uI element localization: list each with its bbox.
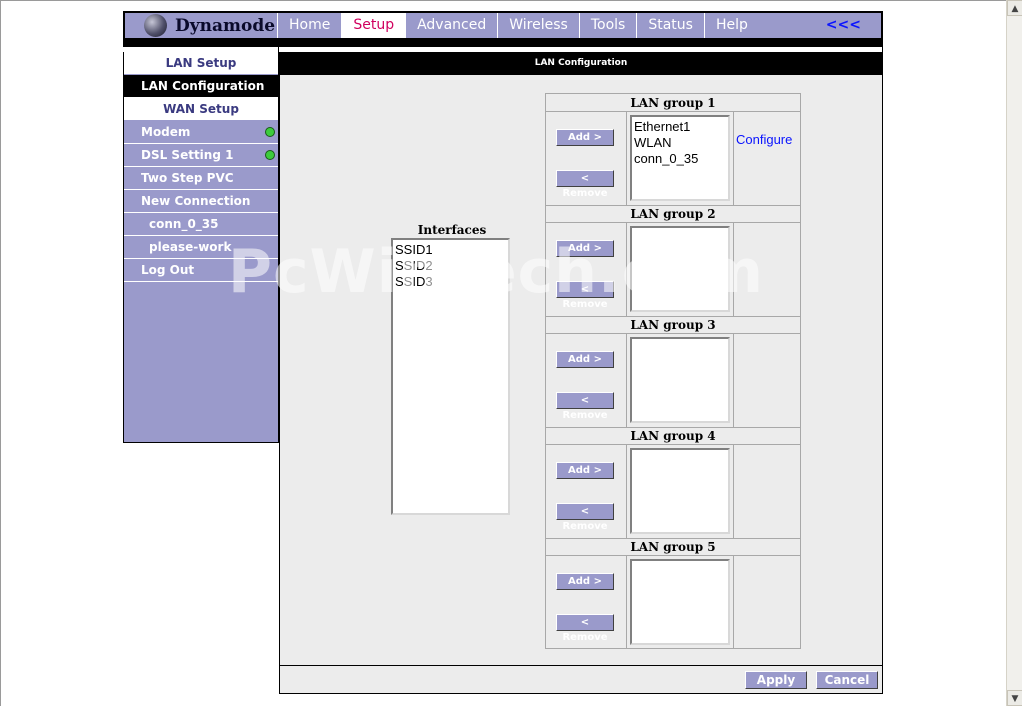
lan-group: LAN group 1 Add > < Remove Ethernet1 WLAN con… (546, 94, 800, 205)
remove-from-group-button[interactable]: < Remove (556, 503, 614, 532)
cancel-button[interactable]: Cancel (816, 671, 878, 689)
vertical-scrollbar[interactable]: ▲ ▼ (1006, 0, 1022, 706)
status-ok-icon (265, 127, 275, 137)
interface-option[interactable]: SSID2 (395, 258, 508, 274)
sidebar-item-label: please-work (149, 240, 232, 254)
sidebar-item-conn-0-35[interactable]: conn_0_35 (124, 213, 278, 236)
interface-option[interactable]: SSID1 (395, 242, 508, 258)
lan-group-actions (733, 223, 800, 316)
sidebar-item-label: conn_0_35 (149, 217, 219, 231)
window-frame-left (0, 0, 1, 706)
lan-group-separator (546, 205, 800, 206)
scroll-up-arrow-icon[interactable]: ▲ (1007, 0, 1022, 16)
nav-tab-advanced[interactable]: Advanced (405, 13, 497, 38)
sidebar-item-label: New Connection (141, 194, 251, 208)
window-frame-top (0, 0, 1006, 1)
logo-sphere-icon (144, 14, 167, 37)
sidebar-item-wan-setup: WAN Setup (124, 98, 278, 121)
lan-group-title: LAN group 3 (546, 316, 800, 334)
lan-group-listbox[interactable] (630, 559, 730, 645)
nav-tab-help[interactable]: Help (703, 13, 759, 38)
add-to-group-button[interactable]: Add > (556, 240, 614, 257)
add-to-group-button[interactable]: Add > (556, 462, 614, 479)
lan-group-actions (733, 556, 800, 649)
lan-group-listbox[interactable] (630, 226, 730, 312)
nav-tab-status[interactable]: Status (636, 13, 704, 38)
interfaces-heading: Interfaces (417, 223, 487, 237)
sidebar-menu: LAN Setup LAN Configuration WAN Setup Modem… (123, 52, 279, 443)
lan-group: LAN group 5 Add > < Remove (546, 538, 800, 649)
sidebar-item-label: Modem (141, 125, 191, 139)
nav-tab-tools[interactable]: Tools (578, 13, 637, 38)
lan-group: LAN group 4 Add > < Remove (546, 427, 800, 538)
lan-groups-table: LAN group 1 Add > < Remove Ethernet1 WLAN con… (545, 93, 801, 649)
status-ok-icon (265, 150, 275, 160)
lan-group-buttons: Add > < Remove (546, 334, 627, 427)
lan-group-buttons: Add > < Remove (546, 223, 627, 316)
lan-group-listbox[interactable]: Ethernet1 WLAN conn_0_35 (630, 115, 730, 201)
lan-group-title: LAN group 4 (546, 427, 800, 445)
sidebar-item-modem[interactable]: Modem (124, 121, 278, 144)
collapse-menu-link[interactable]: <<< (826, 13, 861, 38)
scroll-down-arrow-icon[interactable]: ▼ (1007, 690, 1022, 706)
header-divider (123, 40, 883, 47)
sidebar-item-label: LAN Setup (165, 56, 237, 70)
lan-group-title: LAN group 2 (546, 205, 800, 223)
brand-logo: Dynamode (125, 13, 277, 38)
lan-group-buttons: Add > < Remove (546, 445, 627, 538)
brand-name: Dynamode (175, 16, 276, 36)
sidebar-item-lan-setup: LAN Setup (124, 52, 278, 75)
remove-from-group-button[interactable]: < Remove (556, 281, 614, 310)
sidebar-item-log-out[interactable]: Log Out (124, 259, 278, 282)
sidebar-item-label: Log Out (141, 263, 195, 277)
lan-group-actions (733, 334, 800, 427)
sidebar-item-please-work[interactable]: please-work (124, 236, 278, 259)
lan-group-listbox[interactable] (630, 337, 730, 423)
lan-group-separator (546, 316, 800, 317)
remove-from-group-button[interactable]: < Remove (556, 170, 614, 199)
lan-group: LAN group 3 Add > < Remove (546, 316, 800, 427)
nav-tab-setup[interactable]: Setup (341, 13, 406, 38)
add-to-group-button[interactable]: Add > (556, 573, 614, 590)
remove-from-group-button[interactable]: < Remove (556, 392, 614, 421)
add-to-group-button[interactable]: Add > (556, 351, 614, 368)
lan-group-title: LAN group 1 (546, 94, 800, 112)
configure-link[interactable]: Configure (736, 132, 792, 147)
nav-tab-home[interactable]: Home (277, 13, 341, 38)
nav-tab-wireless[interactable]: Wireless (497, 13, 579, 38)
sidebar-item-label: LAN Configuration (141, 79, 265, 93)
lan-group-separator (546, 427, 800, 428)
interface-option[interactable]: SSID3 (395, 274, 508, 290)
lan-group-buttons: Add > < Remove (546, 556, 627, 649)
lan-group-listbox[interactable] (630, 448, 730, 534)
lan-group: LAN group 2 Add > < Remove (546, 205, 800, 316)
top-navigation-bar: Dynamode Home Setup Advanced Wireless Tools S… (123, 11, 883, 40)
interfaces-listbox[interactable]: SSID1 SSID2 SSID3 (391, 238, 510, 515)
apply-button[interactable]: Apply (745, 671, 807, 689)
main-panel: LAN Configuration Interfaces SSID1 SSID2 S… (279, 52, 883, 694)
page-title: LAN Configuration (280, 52, 882, 75)
sidebar-item-lan-configuration[interactable]: LAN Configuration (124, 75, 278, 98)
footer-divider (280, 665, 882, 666)
lan-group-option[interactable]: conn_0_35 (634, 151, 728, 167)
sidebar-item-new-connection[interactable]: New Connection (124, 190, 278, 213)
lan-group-actions: Configure (733, 112, 800, 205)
sidebar-item-label: DSL Setting 1 (141, 148, 234, 162)
lan-group-title: LAN group 5 (546, 538, 800, 556)
add-to-group-button[interactable]: Add > (556, 129, 614, 146)
scrollbar-track[interactable] (1007, 16, 1022, 690)
remove-from-group-button[interactable]: < Remove (556, 614, 614, 643)
lan-group-separator (546, 538, 800, 539)
sidebar-item-two-step-pvc[interactable]: Two Step PVC (124, 167, 278, 190)
lan-group-buttons: Add > < Remove (546, 112, 627, 205)
lan-group-option[interactable]: Ethernet1 (634, 119, 728, 135)
main-nav-tabs: Home Setup Advanced Wireless Tools Status Help (277, 13, 759, 38)
sidebar-item-label: WAN Setup (163, 102, 239, 116)
lan-group-actions (733, 445, 800, 538)
sidebar-item-dsl-setting-1[interactable]: DSL Setting 1 (124, 144, 278, 167)
lan-group-option[interactable]: WLAN (634, 135, 728, 151)
sidebar-item-label: Two Step PVC (141, 171, 234, 185)
